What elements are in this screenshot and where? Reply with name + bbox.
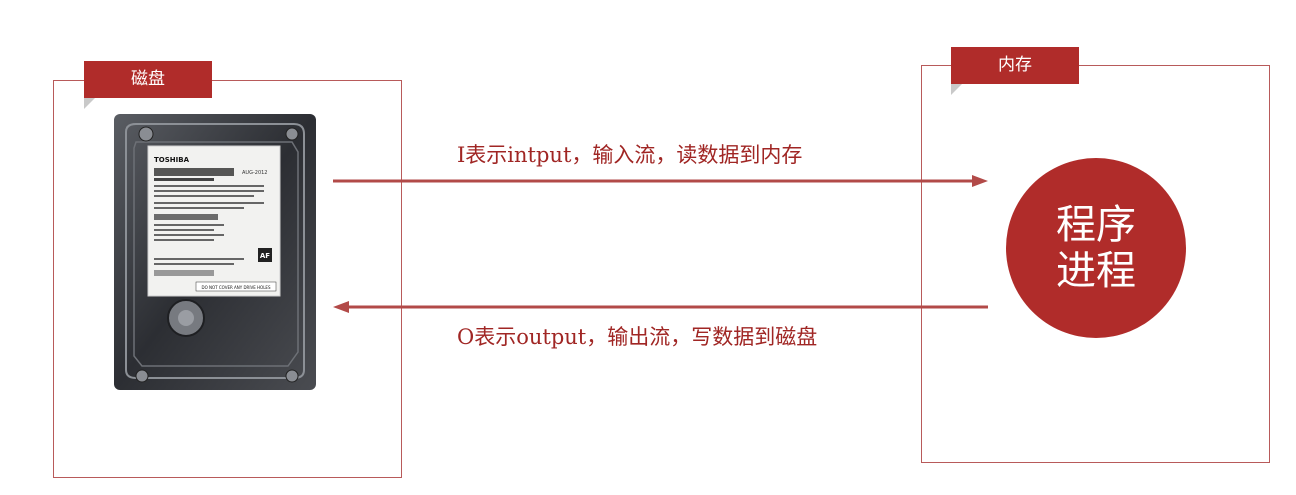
input-flow-label: I表示intput，输入流，读数据到内存 [457, 143, 803, 167]
output-arrowhead [333, 301, 349, 313]
output-flow-label: O表示output，输出流，写数据到磁盘 [457, 325, 818, 349]
process-label-line2: 进程 [1056, 248, 1136, 294]
process-label-line1: 程序 [1056, 202, 1136, 248]
process-node: 程序 进程 [1006, 158, 1186, 338]
input-arrowhead [972, 175, 988, 187]
